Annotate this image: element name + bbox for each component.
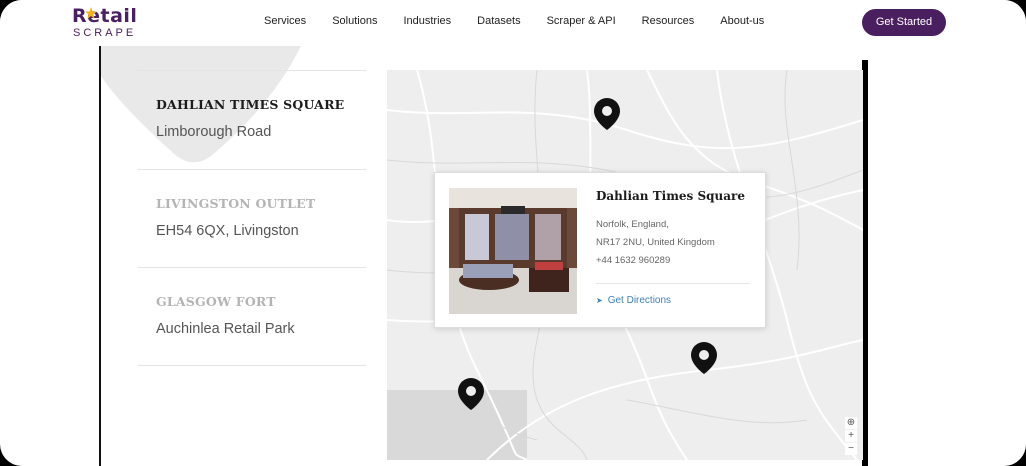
site-header: Retail SCRAPE Services Solutions Industr… — [0, 0, 1026, 46]
map-pin-icon — [458, 378, 484, 410]
popup-phone: +44 1632 960289 — [596, 255, 671, 266]
map-pin-icon — [594, 98, 620, 130]
page-frame: Retail SCRAPE Services Solutions Industr… — [0, 0, 1026, 466]
map-zoom-controls: ⊕ + − — [845, 417, 857, 456]
nav-resources[interactable]: Resources — [642, 15, 695, 27]
logo-wordmark-top: Retail — [72, 5, 138, 27]
store-address: Limborough Road — [156, 124, 272, 140]
logo-star-icon — [85, 7, 97, 19]
nav-scraper-api[interactable]: Scraper & API — [547, 15, 616, 27]
nav-solutions[interactable]: Solutions — [332, 15, 377, 27]
store-address: Auchinlea Retail Park — [156, 321, 295, 337]
map-compass-icon[interactable]: ⊕ — [845, 417, 857, 429]
site-logo[interactable]: Retail SCRAPE — [72, 5, 142, 41]
nav-services[interactable]: Services — [264, 15, 306, 27]
store-name: LIVINGSTON OUTLET — [156, 196, 316, 211]
store-photo — [449, 188, 577, 314]
store-item[interactable]: LIVINGSTON OUTLET EH54 6QX, Livingston — [138, 170, 366, 268]
get-directions-link[interactable]: ➤ Get Directions — [596, 295, 671, 306]
store-list: DAHLIAN TIMES SQUARE Limborough Road LIV… — [138, 46, 366, 366]
logo-wordmark-bottom: SCRAPE — [73, 27, 137, 39]
nav-industries[interactable]: Industries — [403, 15, 451, 27]
popup-address-line: NR17 2NU, United Kingdom — [596, 237, 715, 248]
get-started-button[interactable]: Get Started — [862, 9, 946, 36]
nav-about-us[interactable]: About-us — [720, 15, 764, 27]
navigation-arrow-icon: ➤ — [596, 296, 603, 305]
map-zoom-out-button[interactable]: − — [845, 443, 857, 455]
get-directions-label: Get Directions — [607, 295, 672, 306]
store-address: EH54 6QX, Livingston — [156, 223, 299, 239]
store-name: DAHLIAN TIMES SQUARE — [156, 97, 345, 112]
main-nav: Services Solutions Industries Datasets S… — [264, 15, 790, 27]
store-info-popup: Dahlian Times Square Norfolk, England, N… — [434, 172, 766, 328]
popup-address-line: Norfolk, England, — [596, 219, 669, 230]
store-name: GLASGOW FORT — [156, 294, 276, 309]
section-divider-line — [99, 46, 101, 466]
nav-datasets[interactable]: Datasets — [477, 15, 520, 27]
popup-divider — [596, 283, 750, 284]
map-zoom-in-button[interactable]: + — [845, 430, 857, 442]
store-item[interactable]: DAHLIAN TIMES SQUARE Limborough Road — [138, 70, 366, 170]
popup-store-name: Dahlian Times Square — [596, 189, 745, 203]
page-right-margin — [868, 46, 1026, 466]
store-item[interactable]: GLASGOW FORT Auchinlea Retail Park — [138, 268, 366, 366]
